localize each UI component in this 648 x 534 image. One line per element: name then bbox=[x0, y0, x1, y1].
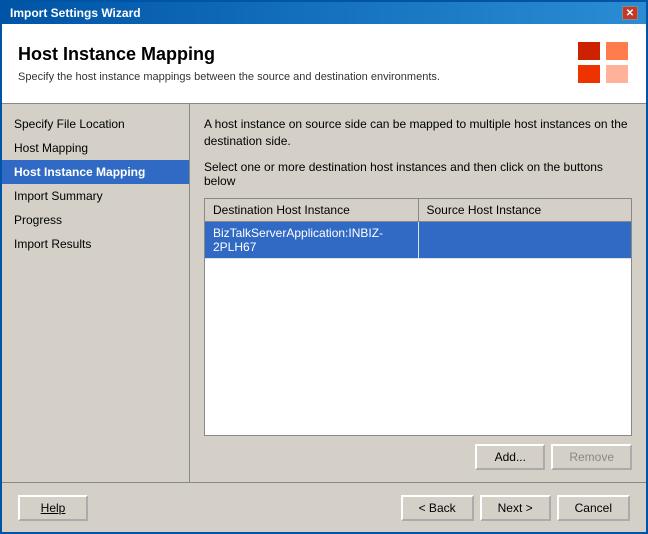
cancel-button[interactable]: Cancel bbox=[557, 495, 630, 521]
sidebar-item-label: Host Instance Mapping bbox=[14, 165, 145, 179]
main-content: Specify File Location Host Mapping Host … bbox=[2, 104, 646, 482]
destination-cell: BizTalkServerApplication:INBIZ-2PLH67 bbox=[205, 222, 419, 258]
title-bar-title: Import Settings Wizard bbox=[10, 6, 141, 20]
table-buttons: Add... Remove bbox=[204, 444, 632, 470]
sidebar-item-import-results[interactable]: Import Results bbox=[2, 232, 189, 256]
wizard-window: Import Settings Wizard ✕ Host Instance M… bbox=[0, 0, 648, 534]
sidebar-item-label: Import Summary bbox=[14, 189, 103, 203]
sidebar-item-label: Host Mapping bbox=[14, 141, 88, 155]
sidebar-item-label: Import Results bbox=[14, 237, 91, 251]
footer: Help < Back Next > Cancel bbox=[2, 482, 646, 532]
logo-block-3 bbox=[578, 65, 600, 83]
title-bar: Import Settings Wizard ✕ bbox=[2, 2, 646, 24]
logo bbox=[578, 42, 630, 86]
sidebar-item-progress[interactable]: Progress bbox=[2, 208, 189, 232]
logo-block-2 bbox=[606, 42, 628, 60]
help-button[interactable]: Help bbox=[18, 495, 88, 521]
col-source-header: Source Host Instance bbox=[419, 199, 632, 221]
sidebar-item-label: Progress bbox=[14, 213, 62, 227]
sidebar-item-import-summary[interactable]: Import Summary bbox=[2, 184, 189, 208]
next-button[interactable]: Next > bbox=[480, 495, 551, 521]
content-instruction: Select one or more destination host inst… bbox=[204, 160, 632, 188]
content-description: A host instance on source side can be ma… bbox=[204, 116, 632, 150]
table-header: Destination Host Instance Source Host In… bbox=[205, 199, 631, 222]
help-label: Help bbox=[41, 501, 66, 515]
footer-right: < Back Next > Cancel bbox=[401, 495, 630, 521]
add-button[interactable]: Add... bbox=[475, 444, 545, 470]
sidebar-item-label: Specify File Location bbox=[14, 117, 125, 131]
page-description: Specify the host instance mappings betwe… bbox=[18, 71, 440, 83]
title-bar-left: Import Settings Wizard bbox=[10, 6, 141, 20]
content-area: A host instance on source side can be ma… bbox=[190, 104, 646, 482]
back-button[interactable]: < Back bbox=[401, 495, 474, 521]
close-icon: ✕ bbox=[626, 8, 634, 19]
page-title: Host Instance Mapping bbox=[18, 44, 440, 65]
sidebar: Specify File Location Host Mapping Host … bbox=[2, 104, 190, 482]
sidebar-item-specify-file-location[interactable]: Specify File Location bbox=[2, 112, 189, 136]
host-instance-table: Destination Host Instance Source Host In… bbox=[204, 198, 632, 436]
table-body: BizTalkServerApplication:INBIZ-2PLH67 bbox=[205, 222, 631, 435]
sidebar-item-host-mapping[interactable]: Host Mapping bbox=[2, 136, 189, 160]
close-button[interactable]: ✕ bbox=[622, 6, 638, 20]
header-area: Host Instance Mapping Specify the host i… bbox=[2, 24, 646, 104]
logo-block-1 bbox=[578, 42, 600, 60]
header-text: Host Instance Mapping Specify the host i… bbox=[18, 44, 440, 83]
remove-button[interactable]: Remove bbox=[551, 444, 632, 470]
source-cell bbox=[419, 222, 632, 258]
table-row[interactable]: BizTalkServerApplication:INBIZ-2PLH67 bbox=[205, 222, 631, 259]
logo-block-4 bbox=[606, 65, 628, 83]
sidebar-item-host-instance-mapping[interactable]: Host Instance Mapping bbox=[2, 160, 189, 184]
col-destination-header: Destination Host Instance bbox=[205, 199, 419, 221]
